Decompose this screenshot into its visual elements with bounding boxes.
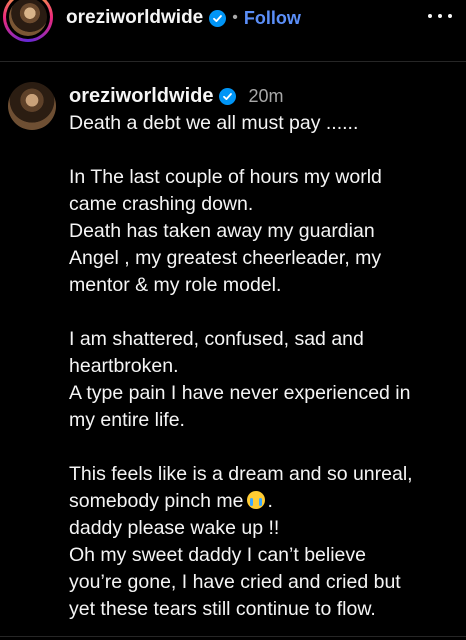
caption-header: oreziworldwide 20m [69,83,459,110]
avatar-gap [6,0,50,39]
caption-line: Death a debt we all must pay ...... [69,112,359,134]
more-options-icon[interactable] [428,6,452,26]
caption-line: Angel , my greatest cheerleader, my [69,247,382,269]
verified-badge-icon [209,9,227,27]
caption-text: . [267,490,273,512]
caption-line: In The last couple of hours my world [69,166,382,188]
profile-avatar-ring[interactable] [3,0,53,42]
post-timestamp[interactable]: 20m [248,83,283,110]
caption-line: mentor & my role model. [69,274,282,296]
caption-body: oreziworldwide 20m Death a debt we all m… [69,83,459,623]
caption-username-link[interactable]: oreziworldwide [69,83,213,110]
caption-line: came crashing down. [69,193,254,215]
caption-line: Death has taken away my guardian [69,220,375,242]
caption-avatar[interactable] [8,82,56,130]
header-user-row: oreziworldwide • Follow [66,6,301,30]
verified-badge-icon [219,88,237,105]
caption-line: my entire life. [69,409,185,431]
avatar[interactable] [9,0,47,36]
post-header: oreziworldwide • Follow [0,0,466,62]
caption-line: A type pain I have never experienced in [69,382,411,404]
crying-face-emoji-icon [246,491,265,509]
caption-line: heartbroken. [69,355,179,377]
header-username-link[interactable]: oreziworldwide [66,7,203,29]
follow-button[interactable]: Follow [244,8,301,29]
divider [0,636,466,637]
separator-dot: • [232,9,238,26]
caption-line: yet these tears still continue to flow. [69,598,376,620]
caption-line: I am shattered, confused, sad and [69,328,364,350]
caption-line: you’re gone, I have cried and cried but [69,571,401,593]
caption-text: somebody pinch me [69,490,244,512]
caption-line: Oh my sweet daddy I can’t believe [69,544,366,566]
caption-line: This feels like is a dream and so unreal… [69,463,413,485]
caption-line: daddy please wake up !! [69,517,280,539]
caption-line-with-emoji: somebody pinch me. [69,488,459,515]
